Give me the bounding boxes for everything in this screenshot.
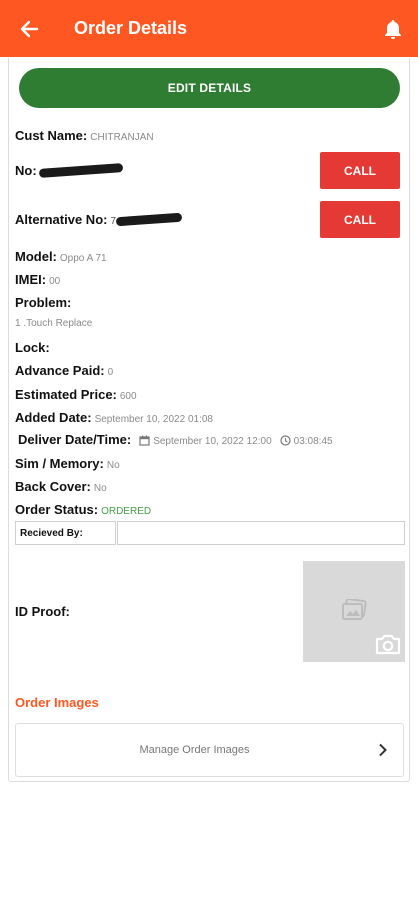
id-proof-row: ID Proof: (15, 604, 70, 619)
estimated-price-value: 600 (119, 391, 137, 402)
image-placeholder-icon (341, 598, 367, 626)
imei-value: 00 (49, 276, 61, 287)
page-title: Order Details (74, 18, 188, 38)
sim-memory-label: Sim / Memory: (15, 456, 104, 471)
problem-value-row: 1 .Touch Replace (15, 318, 92, 329)
notifications-button[interactable] (368, 0, 418, 57)
id-proof-label: ID Proof: (15, 604, 70, 619)
app-bar: Order Details (0, 0, 418, 57)
model-row: Model: Oppo A 71 (15, 249, 107, 264)
estimated-price-row: Estimated Price: 600 (15, 387, 137, 402)
added-date-row: Added Date: September 10, 2022 01:08 (15, 410, 213, 425)
bell-icon (385, 19, 401, 39)
lock-label: Lock: (15, 340, 50, 355)
camera-icon[interactable] (374, 633, 402, 660)
received-by-label: Recieved By: (15, 521, 116, 545)
order-status-row: Order Status: ORDERED (15, 502, 151, 517)
back-cover-value: No (93, 483, 107, 494)
imei-row: IMEI: 00 (15, 272, 60, 287)
alt-phone-row: Alternative No: 7 (15, 212, 183, 227)
sim-memory-value: No (106, 460, 120, 471)
call-button[interactable]: CALL (320, 152, 400, 189)
cust-name-value: CHITRANJAN (90, 132, 154, 143)
advance-paid-row: Advance Paid: 0 (15, 363, 113, 378)
id-proof-image[interactable] (303, 561, 405, 662)
cust-name-label: Cust Name: (15, 128, 88, 143)
back-cover-label: Back Cover: (15, 479, 91, 494)
model-label: Model: (15, 249, 57, 264)
order-images-title: Order Images (15, 695, 99, 710)
clock-icon (280, 435, 291, 446)
deliver-row: Deliver Date/Time: September 10, 2022 12… (18, 432, 333, 447)
cust-name-row: Cust Name: CHITRANJAN (15, 128, 154, 143)
order-status-label: Order Status: (15, 502, 99, 517)
redacted-phone (38, 163, 123, 178)
problem-label: Problem: (15, 295, 72, 310)
deliver-time-value: 03:08:45 (293, 436, 333, 447)
sim-memory-row: Sim / Memory: No (15, 456, 120, 471)
estimated-price-label: Estimated Price: (15, 387, 117, 402)
manage-order-images-label: Manage Order Images (139, 744, 250, 756)
added-date-value: September 10, 2022 01:08 (94, 414, 213, 425)
alt-phone-label: Alternative No: (15, 212, 108, 227)
call-alt-button[interactable]: CALL (320, 201, 400, 238)
imei-label: IMEI: (15, 272, 47, 287)
back-cover-row: Back Cover: No (15, 479, 107, 494)
chevron-right-icon (363, 743, 403, 757)
redacted-alt-phone (115, 212, 183, 227)
order-status-value: ORDERED (101, 506, 152, 517)
arrow-left-icon (20, 20, 39, 37)
back-button[interactable] (0, 0, 58, 57)
lock-row: Lock: (15, 340, 50, 355)
deliver-date-value: September 10, 2022 12:00 (153, 436, 272, 447)
advance-paid-label: Advance Paid: (15, 363, 105, 378)
advance-paid-value: 0 (107, 367, 114, 378)
phone-label: No: (15, 163, 37, 178)
problem-value: 1 .Touch Replace (15, 318, 93, 329)
problem-row: Problem: (15, 295, 71, 310)
calendar-icon (139, 435, 150, 446)
received-by-field[interactable] (117, 521, 405, 545)
added-date-label: Added Date: (15, 410, 92, 425)
model-value: Oppo A 71 (59, 253, 107, 264)
phone-row: No: (15, 163, 123, 178)
deliver-label: Deliver Date/Time: (18, 432, 132, 447)
edit-details-button[interactable]: EDIT DETAILS (19, 68, 400, 108)
manage-order-images-button[interactable]: Manage Order Images (15, 723, 404, 777)
